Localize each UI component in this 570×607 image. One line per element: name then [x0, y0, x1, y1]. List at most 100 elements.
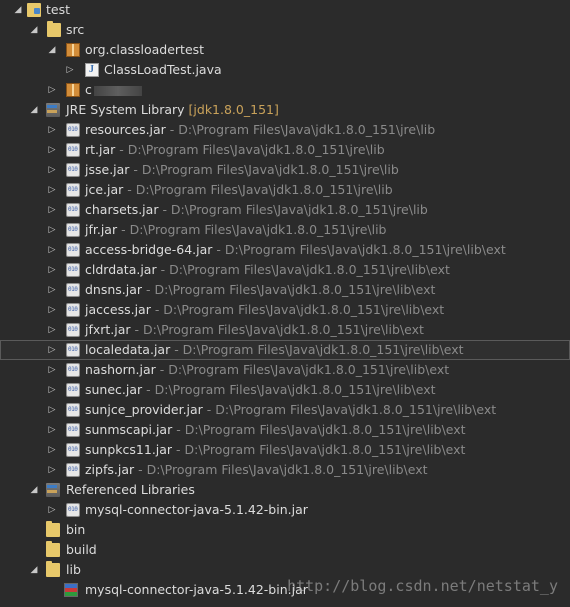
jar-icon — [66, 263, 80, 277]
expand-arrow-icon[interactable]: ▷ — [46, 200, 58, 220]
jar-name: cldrdata.jar — [85, 262, 157, 277]
jar-path: - D:\Program Files\Java\jdk1.8.0_151\jre… — [158, 202, 428, 217]
tree-node-jar[interactable]: ▷ jfr.jar - D:\Program Files\Java\jdk1.8.… — [0, 220, 570, 240]
tree-node-jar[interactable]: ▷ access-bridge-64.jar - D:\Program Files… — [0, 240, 570, 260]
tree-node-jar[interactable]: ▷ nashorn.jar - D:\Program Files\Java\jdk… — [0, 360, 570, 380]
package-icon — [66, 43, 80, 57]
tree-node-package[interactable]: ◢ org.classloadertest — [0, 40, 570, 60]
jar-name: access-bridge-64.jar — [85, 242, 213, 257]
tree-node-label: c — [85, 82, 92, 97]
jar-name: jfxrt.jar — [85, 322, 131, 337]
jre-label-wrap: JRE System Library [jdk1.8.0_151] — [66, 100, 279, 120]
expand-arrow-icon[interactable]: ▷ — [46, 260, 58, 280]
package-explorer-tree: ◢ test ◢ src ◢ org.classloadertest ▷ Cla… — [0, 0, 570, 600]
jar-label-wrap: rt.jar - D:\Program Files\Java\jdk1.8.0_… — [85, 140, 385, 160]
tree-node-label: ClassLoadTest.java — [104, 62, 222, 77]
collapse-arrow-icon[interactable]: ◢ — [28, 560, 40, 580]
jar-path: - D:\Program Files\Java\jdk1.8.0_151\jre… — [165, 122, 436, 137]
tree-node-build[interactable]: build — [0, 540, 570, 560]
expand-arrow-icon[interactable]: ▷ — [46, 120, 58, 140]
jar-name: sunjce_provider.jar — [85, 402, 203, 417]
tree-node-package-obscured[interactable]: ▷ c — [0, 80, 570, 100]
obscured-label-wrap: c — [85, 80, 142, 100]
tree-node-jar[interactable]: ▷ rt.jar - D:\Program Files\Java\jdk1.8.0… — [0, 140, 570, 160]
tree-node-src[interactable]: ◢ src — [0, 20, 570, 40]
jar-label-wrap: resources.jar - D:\Program Files\Java\jd… — [85, 120, 435, 140]
expand-arrow-icon[interactable]: ▷ — [46, 320, 58, 340]
expand-arrow-icon[interactable]: ▷ — [46, 240, 58, 260]
collapse-arrow-icon[interactable]: ◢ — [28, 20, 40, 40]
expand-arrow-icon[interactable]: ▷ — [46, 300, 58, 320]
tree-node-project[interactable]: ◢ test — [0, 0, 570, 20]
jar-name: sunpkcs11.jar — [85, 442, 173, 457]
jar-label-wrap: cldrdata.jar - D:\Program Files\Java\jdk… — [85, 260, 450, 280]
expand-arrow-icon[interactable]: ▷ — [46, 460, 58, 480]
tree-node-java-file[interactable]: ▷ ClassLoadTest.java — [0, 60, 570, 80]
watermark-text: http://blog.csdn.net/netstat_y — [287, 577, 558, 595]
expand-arrow-icon[interactable]: ▷ — [46, 280, 58, 300]
expand-arrow-icon[interactable]: ▷ — [46, 400, 58, 420]
expand-arrow-icon[interactable]: ▷ — [46, 180, 58, 200]
folder-icon — [46, 561, 60, 577]
tree-node-bin[interactable]: bin — [0, 520, 570, 540]
jar-name: localedata.jar — [85, 342, 171, 357]
jar-path: - D:\Program Files\Java\jdk1.8.0_151\jre… — [130, 322, 424, 337]
tree-node-referenced-jar[interactable]: ▷ mysql-connector-java-5.1.42-bin.jar — [0, 500, 570, 520]
jar-icon — [66, 283, 80, 297]
expand-arrow-icon[interactable]: ▷ — [46, 140, 58, 160]
jar-label-wrap: zipfs.jar - D:\Program Files\Java\jdk1.8… — [85, 460, 428, 480]
jar-icon — [66, 323, 80, 337]
expand-arrow-icon[interactable]: ▷ — [46, 80, 58, 100]
expand-arrow-icon[interactable]: ▷ — [46, 220, 58, 240]
tree-node-jar[interactable]: ▷ jsse.jar - D:\Program Files\Java\jdk1.8… — [0, 160, 570, 180]
jar-path: - D:\Program Files\Java\jdk1.8.0_151\jre… — [172, 422, 466, 437]
jar-label-wrap: jsse.jar - D:\Program Files\Java\jdk1.8.… — [85, 160, 399, 180]
tree-node-jar[interactable]: ▷ dnsns.jar - D:\Program Files\Java\jdk1.… — [0, 280, 570, 300]
jar-label-wrap: nashorn.jar - D:\Program Files\Java\jdk1… — [85, 360, 449, 380]
jar-path: - D:\Program Files\Java\jdk1.8.0_151\jre… — [172, 442, 466, 457]
jre-version-decoration: [jdk1.8.0_151] — [188, 102, 279, 117]
tree-node-jar[interactable]: ▷ sunpkcs11.jar - D:\Program Files\Java\j… — [0, 440, 570, 460]
jar-name: sunmscapi.jar — [85, 422, 173, 437]
jar-label-wrap: jce.jar - D:\Program Files\Java\jdk1.8.0… — [85, 180, 393, 200]
jar-icon — [66, 203, 80, 217]
tree-node-referenced-libraries[interactable]: ◢ Referenced Libraries — [0, 480, 570, 500]
expand-arrow-icon[interactable]: ▷ — [46, 340, 58, 360]
tree-node-jar[interactable]: ▷ localedata.jar - D:\Program Files\Java\… — [0, 340, 570, 360]
tree-node-jar[interactable]: ▷ charsets.jar - D:\Program Files\Java\jd… — [0, 200, 570, 220]
expand-arrow-icon[interactable]: ▷ — [46, 160, 58, 180]
jar-label-wrap: sunpkcs11.jar - D:\Program Files\Java\jd… — [85, 440, 465, 460]
jar-path: - D:\Program Files\Java\jdk1.8.0_151\jre… — [155, 362, 450, 377]
tree-node-jar[interactable]: ▷ jfxrt.jar - D:\Program Files\Java\jdk1.… — [0, 320, 570, 340]
expand-arrow-icon[interactable]: ▷ — [46, 500, 58, 520]
tree-node-jar[interactable]: ▷ jce.jar - D:\Program Files\Java\jdk1.8.… — [0, 180, 570, 200]
expand-arrow-icon[interactable]: ▷ — [64, 60, 76, 80]
jar-label-wrap: sunjce_provider.jar - D:\Program Files\J… — [85, 400, 496, 420]
jar-name: resources.jar — [85, 122, 166, 137]
expand-arrow-icon[interactable]: ▷ — [46, 360, 58, 380]
package-icon — [66, 83, 80, 97]
tree-node-jar[interactable]: ▷ sunjce_provider.jar - D:\Program Files\… — [0, 400, 570, 420]
library-icon — [46, 103, 60, 117]
tree-node-label: Referenced Libraries — [66, 482, 195, 497]
tree-node-jar[interactable]: ▷ sunmscapi.jar - D:\Program Files\Java\j… — [0, 420, 570, 440]
collapse-arrow-icon[interactable]: ◢ — [28, 480, 40, 500]
tree-node-jar[interactable]: ▷ zipfs.jar - D:\Program Files\Java\jdk1.… — [0, 460, 570, 480]
collapse-arrow-icon[interactable]: ◢ — [46, 40, 58, 60]
collapse-arrow-icon[interactable]: ◢ — [12, 0, 24, 20]
collapse-arrow-icon[interactable]: ◢ — [28, 100, 40, 120]
jar-icon — [66, 183, 80, 197]
tree-node-label: org.classloadertest — [85, 42, 205, 57]
jar-path: - D:\Program Files\Java\jdk1.8.0_151\jre… — [212, 242, 506, 257]
expand-arrow-icon[interactable]: ▷ — [46, 440, 58, 460]
tree-node-jar[interactable]: ▷ jaccess.jar - D:\Program Files\Java\jdk… — [0, 300, 570, 320]
jar-path: - D:\Program Files\Java\jdk1.8.0_151\jre… — [129, 162, 399, 177]
tree-node-jar[interactable]: ▷ resources.jar - D:\Program Files\Java\j… — [0, 120, 570, 140]
jar-label-wrap: localedata.jar - D:\Program Files\Java\j… — [85, 340, 464, 360]
expand-arrow-icon[interactable]: ▷ — [46, 380, 58, 400]
tree-node-jre-library[interactable]: ◢ JRE System Library [jdk1.8.0_151] — [0, 100, 570, 120]
tree-node-jar[interactable]: ▷ sunec.jar - D:\Program Files\Java\jdk1.… — [0, 380, 570, 400]
expand-arrow-icon[interactable]: ▷ — [46, 420, 58, 440]
tree-node-jar[interactable]: ▷ cldrdata.jar - D:\Program Files\Java\jd… — [0, 260, 570, 280]
jar-path: - D:\Program Files\Java\jdk1.8.0_151\jre… — [156, 262, 450, 277]
